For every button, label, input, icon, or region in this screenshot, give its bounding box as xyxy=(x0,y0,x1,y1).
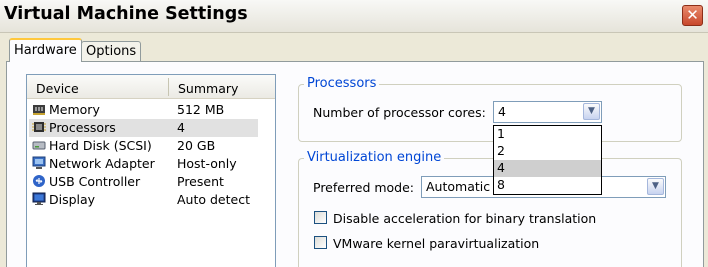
dropdown-option[interactable]: 1 xyxy=(494,126,601,143)
processor-icon xyxy=(32,122,46,132)
column-header-summary[interactable]: Summary xyxy=(178,81,238,96)
disable-acceleration-checkbox[interactable] xyxy=(314,211,327,224)
device-row-processors[interactable]: Processors 4 xyxy=(29,119,258,137)
device-summary: Host-only xyxy=(177,156,237,171)
tab-options[interactable]: Options xyxy=(81,41,142,61)
kernel-paravirtualization-checkbox[interactable] xyxy=(314,236,327,249)
processor-cores-dropdown[interactable]: 1 2 4 8 xyxy=(493,125,602,195)
preferred-mode-value: Automatic xyxy=(426,179,491,194)
device-name: Display xyxy=(49,192,96,207)
dropdown-option-highlighted[interactable]: 4 xyxy=(494,160,601,177)
display-icon xyxy=(32,192,46,205)
processor-cores-value: 4 xyxy=(498,104,506,119)
device-list[interactable]: Device Summary Memory 512 MB Processors … xyxy=(26,74,276,267)
processor-cores-label: Number of processor cores: xyxy=(313,105,486,120)
virtualization-engine-group-title: Virtualization engine xyxy=(304,150,445,165)
chevron-down-icon[interactable]: ▼ xyxy=(647,178,664,195)
tab-hardware[interactable]: Hardware xyxy=(9,38,82,62)
device-row-hard-disk[interactable]: Hard Disk (SCSI) 20 GB xyxy=(29,137,258,155)
network-adapter-icon xyxy=(32,156,46,169)
processors-group-title: Processors xyxy=(304,76,380,91)
device-name: Processors xyxy=(49,120,116,135)
device-row-network-adapter[interactable]: Network Adapter Host-only xyxy=(29,155,258,173)
device-name: Network Adapter xyxy=(49,156,155,171)
title-bar: Virtual Machine Settings ✕ xyxy=(0,0,708,33)
kernel-paravirtualization-label[interactable]: VMware kernel paravirtualization xyxy=(333,236,539,251)
hard-disk-icon xyxy=(32,141,46,150)
device-summary: 20 GB xyxy=(177,138,216,153)
processor-cores-select[interactable]: 4 ▼ xyxy=(493,101,602,123)
device-summary: 4 xyxy=(177,120,185,135)
device-summary: Auto detect xyxy=(177,192,250,207)
window-title: Virtual Machine Settings xyxy=(4,4,248,24)
column-divider[interactable] xyxy=(168,78,169,96)
device-row-usb-controller[interactable]: USB Controller Present xyxy=(29,173,258,191)
chevron-down-icon[interactable]: ▼ xyxy=(583,103,600,120)
memory-icon xyxy=(33,105,45,115)
close-button[interactable]: ✕ xyxy=(682,5,703,26)
dropdown-option[interactable]: 8 xyxy=(494,177,601,194)
device-name: USB Controller xyxy=(49,174,141,189)
device-row-display[interactable]: Display Auto detect xyxy=(29,191,258,209)
preferred-mode-label: Preferred mode: xyxy=(313,180,415,195)
device-row-memory[interactable]: Memory 512 MB xyxy=(29,101,258,119)
device-summary: Present xyxy=(177,174,224,189)
device-summary: 512 MB xyxy=(177,102,225,117)
column-header-device[interactable]: Device xyxy=(36,81,79,96)
device-name: Memory xyxy=(49,102,100,117)
dropdown-option[interactable]: 2 xyxy=(494,143,601,160)
usb-controller-icon xyxy=(33,175,45,187)
device-name: Hard Disk (SCSI) xyxy=(49,138,152,153)
device-list-header: Device Summary xyxy=(27,75,275,99)
disable-acceleration-label[interactable]: Disable acceleration for binary translat… xyxy=(333,211,596,226)
